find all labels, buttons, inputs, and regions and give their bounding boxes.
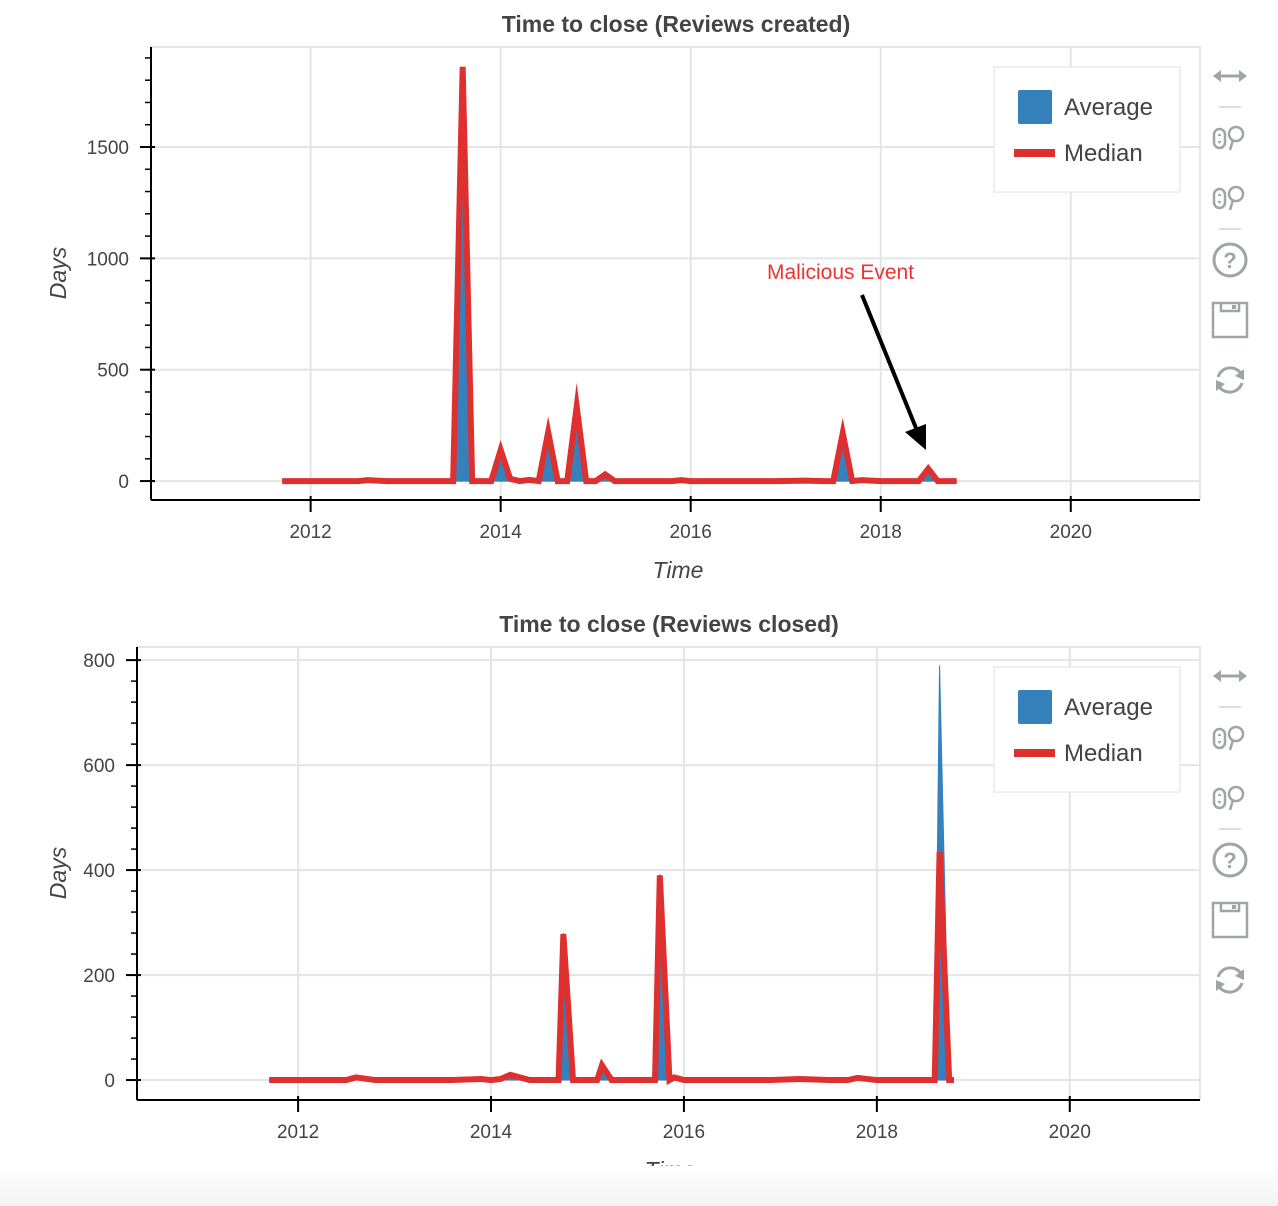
legend-swatch-median bbox=[1014, 749, 1055, 757]
legend-box bbox=[993, 66, 1181, 193]
x-tick-label: 2016 bbox=[663, 1122, 705, 1143]
refresh-icon bbox=[1206, 366, 1254, 408]
y-axis-label: Days bbox=[45, 246, 71, 299]
y-tick-label: 600 bbox=[83, 756, 115, 777]
box-zoom-tool[interactable] bbox=[1206, 774, 1254, 822]
pan-tool[interactable] bbox=[1206, 52, 1254, 100]
legend: Average Median bbox=[993, 66, 1181, 193]
toolbar-separator bbox=[1219, 228, 1241, 230]
y-tick-label: 400 bbox=[83, 861, 115, 882]
wheel-zoom-icon bbox=[1206, 185, 1254, 226]
y-tick-label: 500 bbox=[97, 361, 129, 382]
y-tick-label: 200 bbox=[83, 966, 115, 987]
svg-text:?: ? bbox=[1223, 848, 1236, 873]
chart-panel-reviews-closed: 0 200 400 600 800 2012 2014 2016 2018 2020 Time t… bbox=[0, 600, 1278, 1200]
legend-swatch-median bbox=[1014, 149, 1055, 157]
wheel-zoom-icon bbox=[1206, 785, 1254, 826]
y-tick-label: 1000 bbox=[87, 249, 129, 270]
page-bottom-fade bbox=[0, 1166, 1278, 1206]
legend-swatch-average bbox=[1018, 90, 1052, 124]
average-area-path bbox=[269, 665, 955, 1081]
x-tick-label: 2020 bbox=[1050, 522, 1092, 543]
x-tick-label: 2018 bbox=[860, 522, 902, 543]
x-tick-label: 2018 bbox=[856, 1122, 898, 1143]
wheel-zoom-icon bbox=[1206, 725, 1254, 766]
toolbar-separator bbox=[1219, 106, 1241, 108]
pan-tool[interactable] bbox=[1206, 652, 1254, 700]
y-tick-label: 1500 bbox=[87, 138, 129, 159]
annotation-text: Malicious Event bbox=[767, 261, 914, 284]
toolbar-separator bbox=[1219, 828, 1241, 830]
help-tool[interactable]: ? bbox=[1206, 236, 1254, 284]
floppy-disk-icon bbox=[1206, 901, 1254, 948]
x-axis-label: Time bbox=[653, 557, 704, 583]
median-line bbox=[269, 851, 955, 1085]
y-tick-label: 0 bbox=[104, 1071, 115, 1092]
refresh-icon bbox=[1206, 966, 1254, 1008]
chart-panel-reviews-created: 0 500 1000 1500 2012 2014 2016 2018 2020 Time to… bbox=[0, 0, 1278, 600]
wheel-zoom-tool[interactable] bbox=[1206, 114, 1254, 162]
x-tick-label: 2014 bbox=[480, 522, 523, 543]
reset-tool[interactable] bbox=[1206, 356, 1254, 404]
wheel-zoom-tool[interactable] bbox=[1206, 714, 1254, 762]
horizontal-arrows-icon bbox=[1206, 670, 1254, 704]
box-zoom-tool[interactable] bbox=[1206, 174, 1254, 222]
chart-title: Time to close (Reviews created) bbox=[502, 11, 851, 37]
wheel-zoom-icon bbox=[1206, 125, 1254, 166]
legend-label-median: Median bbox=[1064, 140, 1143, 167]
floppy-disk-icon bbox=[1206, 301, 1254, 348]
annotation: Malicious Event bbox=[767, 261, 926, 450]
x-tick-label: 2016 bbox=[670, 522, 712, 543]
legend-box bbox=[993, 666, 1181, 793]
legend-label-median: Median bbox=[1064, 740, 1143, 767]
chart-svg-1[interactable]: 0 200 400 600 800 2012 2014 2016 2018 2020 Time t… bbox=[0, 600, 1278, 1200]
legend: Average Median bbox=[993, 666, 1181, 793]
legend-swatch-average bbox=[1018, 690, 1052, 724]
legend-label-average: Average bbox=[1064, 94, 1153, 121]
toolbar-separator bbox=[1219, 706, 1241, 708]
save-tool[interactable] bbox=[1206, 896, 1254, 944]
average-area bbox=[269, 665, 955, 1081]
x-tick-label: 2012 bbox=[289, 522, 331, 543]
legend-label-average: Average bbox=[1064, 694, 1153, 721]
question-circle-icon: ? bbox=[1206, 242, 1254, 288]
save-tool[interactable] bbox=[1206, 296, 1254, 344]
reset-tool[interactable] bbox=[1206, 956, 1254, 1004]
help-tool[interactable]: ? bbox=[1206, 836, 1254, 884]
median-line-path bbox=[269, 851, 955, 1085]
chart-svg-0[interactable]: 0 500 1000 1500 2012 2014 2016 2018 2020 Time to… bbox=[0, 0, 1278, 600]
annotation-arrow bbox=[860, 294, 918, 429]
x-tick-label: 2020 bbox=[1049, 1122, 1091, 1143]
x-tick-label: 2014 bbox=[470, 1122, 513, 1143]
y-axis-label: Days bbox=[45, 846, 71, 899]
y-tick-label: 0 bbox=[118, 472, 129, 493]
x-tick-label: 2012 bbox=[277, 1122, 319, 1143]
svg-text:?: ? bbox=[1223, 248, 1236, 273]
question-circle-icon: ? bbox=[1206, 842, 1254, 888]
y-tick-label: 800 bbox=[83, 651, 115, 672]
chart-title: Time to close (Reviews closed) bbox=[499, 611, 839, 637]
horizontal-arrows-icon bbox=[1206, 70, 1254, 104]
